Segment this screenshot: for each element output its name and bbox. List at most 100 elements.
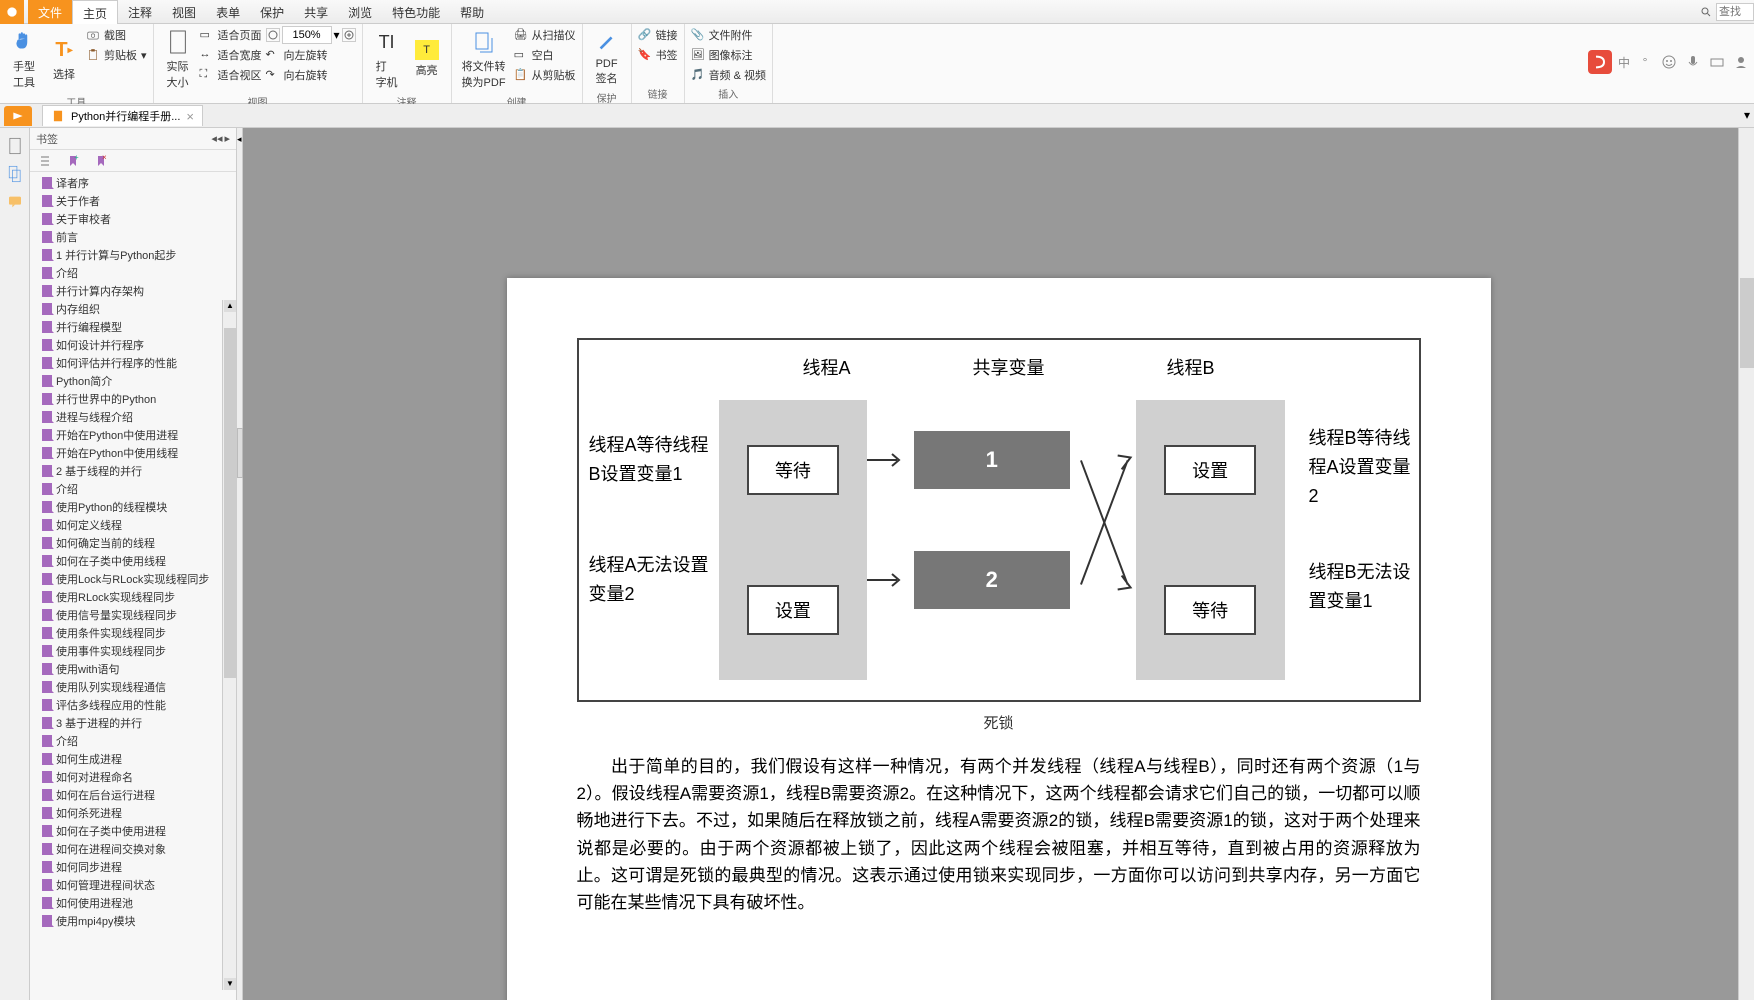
realsize-button[interactable]: 实际 大小 [160, 26, 196, 92]
bookmark-item[interactable]: 并行世界中的Python [30, 390, 236, 408]
from-clipboard-button[interactable]: 📋从剪贴板 [514, 66, 576, 84]
punct-icon[interactable]: ° [1636, 53, 1654, 71]
expand-all-icon[interactable] [38, 154, 52, 168]
menu-protect[interactable]: 保护 [250, 0, 294, 24]
bookmark-item[interactable]: 开始在Python中使用线程 [30, 444, 236, 462]
bookmark-item[interactable]: 并行计算内存架构 [30, 282, 236, 300]
menu-special[interactable]: 特色功能 [382, 0, 450, 24]
bookmark-item[interactable]: Python简介 [30, 372, 236, 390]
docview-scrollbar[interactable] [1738, 128, 1754, 1000]
bookmark-item[interactable]: 使用Python的线程模块 [30, 498, 236, 516]
fitwidth-button[interactable]: ↔适合宽度 [200, 46, 262, 64]
zoom-in-button[interactable] [342, 28, 356, 42]
zoom-out-button[interactable] [266, 28, 280, 42]
bookmark-item[interactable]: 关于作者 [30, 192, 236, 210]
imagetag-button[interactable]: 🖼图像标注 [691, 46, 766, 64]
bookmarks-scrollbar[interactable]: ▲ ▼ [222, 300, 236, 990]
page-panel-button[interactable] [5, 136, 25, 156]
bookmark-item[interactable]: 1 并行计算与Python起步 [30, 246, 236, 264]
expand-right-icon[interactable]: ▸ [224, 132, 230, 145]
bookmark-item[interactable]: 如何对进程命名 [30, 768, 236, 786]
menu-form[interactable]: 表单 [206, 0, 250, 24]
av-button[interactable]: 🎵音频 & 视频 [691, 66, 766, 84]
menu-share[interactable]: 共享 [294, 0, 338, 24]
scroll-up-icon[interactable]: ▲ [224, 300, 236, 312]
bookmark-item[interactable]: 前言 [30, 228, 236, 246]
typewriter-button[interactable]: TI打 字机 [369, 26, 405, 92]
bookmark-item[interactable]: 介绍 [30, 264, 236, 282]
search-input[interactable] [1716, 3, 1754, 21]
bookmark-item[interactable]: 评估多线程应用的性能 [30, 696, 236, 714]
bookmark-item[interactable]: 使用Lock与RLock实现线程同步 [30, 570, 236, 588]
bookmark-item[interactable]: 如何在后台运行进程 [30, 786, 236, 804]
scroll-thumb[interactable] [224, 328, 236, 678]
bookmark-item[interactable]: 如何在子类中使用进程 [30, 822, 236, 840]
comments-panel-button[interactable] [5, 192, 25, 212]
bookmark-item[interactable]: 译者序 [30, 174, 236, 192]
hand-tool-button[interactable]: 手型 工具 [6, 26, 42, 92]
attach-button[interactable]: 📎文件附件 [691, 26, 766, 44]
select-button[interactable]: T▸ 选择 [46, 26, 82, 92]
bookmark-item[interactable]: 介绍 [30, 732, 236, 750]
keyboard-icon[interactable] [1708, 53, 1726, 71]
bookmark-item[interactable]: 如何设计并行程序 [30, 336, 236, 354]
remove-bookmark-icon[interactable]: × [94, 154, 108, 168]
bookmark-item[interactable]: 2 基于线程的并行 [30, 462, 236, 480]
pages-panel-button[interactable] [5, 164, 25, 184]
fitview-button[interactable]: ⛶适合视区 [200, 66, 262, 84]
document-tab[interactable]: Python并行编程手册... × [42, 105, 203, 126]
bookmark-item[interactable]: 介绍 [30, 480, 236, 498]
pdfsign-button[interactable]: PDF 签名 [589, 26, 625, 88]
tab-dropdown[interactable]: ▾ [1744, 108, 1750, 122]
bookmark-item[interactable]: 使用with语句 [30, 660, 236, 678]
from-scanner-button[interactable]: 🖨从扫描仪 [514, 26, 576, 44]
bookmark-item[interactable]: 使用mpi4py模块 [30, 912, 236, 930]
docview-scroll-thumb[interactable] [1740, 278, 1754, 368]
clipboard-button[interactable]: 剪贴板▾ [86, 46, 147, 64]
bookmark-item[interactable]: 使用事件实现线程同步 [30, 642, 236, 660]
convert-button[interactable]: 将文件转 换为PDF [458, 26, 510, 92]
bookmark-item[interactable]: 并行编程模型 [30, 318, 236, 336]
bookmark-item[interactable]: 如何在进程间交换对象 [30, 840, 236, 858]
rotate-right-button[interactable]: ↷向右旋转 [266, 66, 356, 84]
bookmark-item[interactable]: 如何生成进程 [30, 750, 236, 768]
menu-browse[interactable]: 浏览 [338, 0, 382, 24]
search-icon[interactable] [1698, 4, 1714, 20]
splitter-collapse-icon[interactable]: ◂ [237, 134, 242, 145]
bookmark-item[interactable]: 如何同步进程 [30, 858, 236, 876]
menu-annotate[interactable]: 注释 [118, 0, 162, 24]
bookmark-button[interactable]: 🔖书签 [638, 46, 678, 64]
menu-help[interactable]: 帮助 [450, 0, 494, 24]
menu-home[interactable]: 主页 [72, 0, 118, 24]
bookmark-item[interactable]: 如何管理进程间状态 [30, 876, 236, 894]
bookmark-item[interactable]: 进程与线程介绍 [30, 408, 236, 426]
link-button[interactable]: 🔗链接 [638, 26, 678, 44]
smiley-icon[interactable] [1660, 53, 1678, 71]
collapse-left-icon[interactable]: ◂◂ [211, 132, 222, 145]
close-tab-button[interactable]: × [186, 109, 194, 124]
start-tab[interactable] [4, 106, 32, 126]
mic-icon[interactable] [1684, 53, 1702, 71]
bookmark-item[interactable]: 使用队列实现线程通信 [30, 678, 236, 696]
document-view[interactable]: 线程A 共享变量 线程B 线程A等待线程B设置变量1 线程A无法设置变量2 等待… [243, 128, 1754, 1000]
zoom-input[interactable] [282, 26, 332, 44]
bookmark-item[interactable]: 开始在Python中使用进程 [30, 426, 236, 444]
bookmark-item[interactable]: 3 基于进程的并行 [30, 714, 236, 732]
rotate-left-button[interactable]: ↶向左旋转 [266, 46, 356, 64]
bookmark-item[interactable]: 如何在子类中使用线程 [30, 552, 236, 570]
menu-view[interactable]: 视图 [162, 0, 206, 24]
highlight-button[interactable]: T高亮 [409, 26, 445, 92]
bookmark-item[interactable]: 如何评估并行程序的性能 [30, 354, 236, 372]
bookmark-item[interactable]: 如何确定当前的线程 [30, 534, 236, 552]
fitpage-button[interactable]: ▭适合页面 [200, 26, 262, 44]
bookmark-item[interactable]: 如何使用进程池 [30, 894, 236, 912]
bookmark-item[interactable]: 如何定义线程 [30, 516, 236, 534]
menu-file[interactable]: 文件 [28, 0, 72, 24]
bookmark-item[interactable]: 关于审校者 [30, 210, 236, 228]
ime-icon[interactable] [1588, 50, 1612, 74]
bookmark-item[interactable]: 如何杀死进程 [30, 804, 236, 822]
snapshot-button[interactable]: 截图 [86, 26, 147, 44]
user-icon[interactable] [1732, 53, 1750, 71]
blank-button[interactable]: ▭空白 [514, 46, 576, 64]
bookmark-item[interactable]: 使用条件实现线程同步 [30, 624, 236, 642]
